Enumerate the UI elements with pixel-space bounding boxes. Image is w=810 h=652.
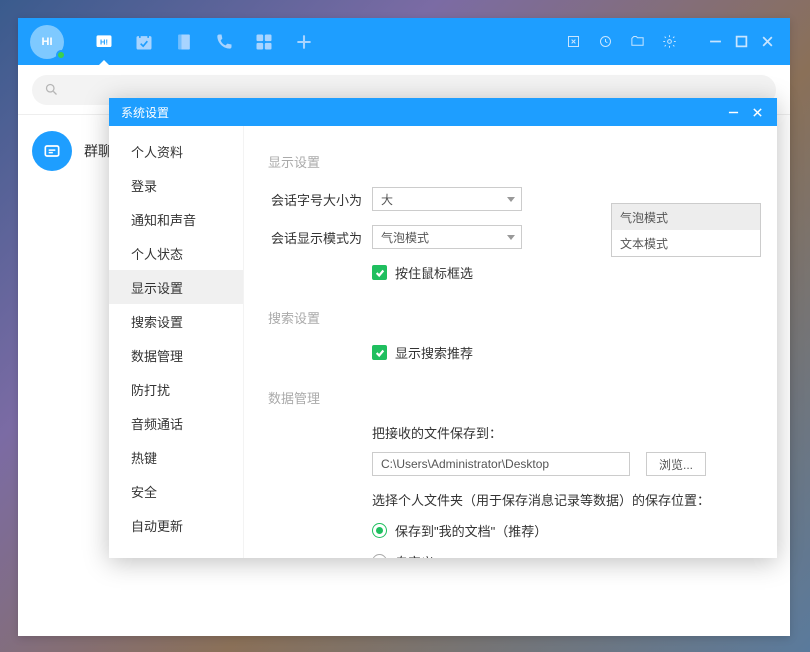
dialog-close-button[interactable] xyxy=(745,100,769,124)
display-mode-select[interactable]: 气泡模式 xyxy=(372,225,522,249)
screenshot-icon[interactable] xyxy=(558,18,588,65)
search-recommend-label: 显示搜索推荐 xyxy=(395,343,473,362)
font-size-label: 会话字号大小为 xyxy=(268,190,372,209)
save-custom-radio[interactable] xyxy=(372,554,387,558)
folder-icon[interactable] xyxy=(622,18,652,65)
apps-tab[interactable] xyxy=(244,18,284,65)
display-mode-label: 会话显示模式为 xyxy=(268,228,372,247)
mouse-select-label: 按住鼠标框选 xyxy=(395,263,473,282)
gear-icon[interactable] xyxy=(654,18,684,65)
online-status-dot xyxy=(56,50,66,60)
avatar[interactable]: HI xyxy=(30,25,64,59)
sidebar-item-status[interactable]: 个人状态 xyxy=(109,236,243,270)
sidebar-item-hotkey[interactable]: 热键 xyxy=(109,440,243,474)
calendar-tab[interactable] xyxy=(124,18,164,65)
sidebar-item-data[interactable]: 数据管理 xyxy=(109,338,243,372)
maximize-button[interactable] xyxy=(728,29,754,55)
save-path-label: 把接收的文件保存到： xyxy=(372,423,753,442)
dialog-title: 系统设置 xyxy=(121,104,169,121)
section-head-data: 数据管理 xyxy=(268,388,753,407)
search-input[interactable] xyxy=(67,82,764,97)
contact-name: 群聊 xyxy=(84,141,112,161)
main-toolbar: HI H! xyxy=(18,18,790,65)
avatar-label: HI xyxy=(42,36,53,48)
history-icon[interactable] xyxy=(590,18,620,65)
sidebar-item-search[interactable]: 搜索设置 xyxy=(109,304,243,338)
window-controls xyxy=(702,29,780,55)
save-path-input[interactable] xyxy=(372,452,630,476)
phone-tab[interactable] xyxy=(204,18,244,65)
save-mydoc-label: 保存到"我的文档"（推荐） xyxy=(395,521,547,540)
chevron-down-icon xyxy=(507,235,515,240)
search-icon xyxy=(44,82,59,97)
dialog-minimize-button[interactable] xyxy=(721,100,745,124)
sidebar-item-login[interactable]: 登录 xyxy=(109,168,243,202)
save-mydoc-radio[interactable] xyxy=(372,523,387,538)
save-custom-label: 自定义 xyxy=(395,552,434,558)
section-head-display: 显示设置 xyxy=(268,152,753,171)
toolbar-right xyxy=(558,18,780,65)
sidebar-item-profile[interactable]: 个人资料 xyxy=(109,134,243,168)
sidebar-item-notification[interactable]: 通知和声音 xyxy=(109,202,243,236)
close-button[interactable] xyxy=(754,29,780,55)
chat-tab[interactable]: H! xyxy=(84,18,124,65)
sidebar-item-autoupdate[interactable]: 自动更新 xyxy=(109,508,243,542)
chevron-down-icon xyxy=(507,197,515,202)
dialog-content[interactable]: 显示设置 会话字号大小为 大 会话显示模式为 气泡模式 按 xyxy=(244,126,777,558)
svg-text:H!: H! xyxy=(100,37,108,46)
notebook-tab[interactable] xyxy=(164,18,204,65)
font-size-select[interactable]: 大 xyxy=(372,187,522,211)
sidebar-item-audio[interactable]: 音频通话 xyxy=(109,406,243,440)
add-tab[interactable] xyxy=(284,18,324,65)
dialog-body: 个人资料 登录 通知和声音 个人状态 显示设置 搜索设置 数据管理 防打扰 音频… xyxy=(109,126,777,558)
dialog-sidebar: 个人资料 登录 通知和声音 个人状态 显示设置 搜索设置 数据管理 防打扰 音频… xyxy=(109,126,244,558)
settings-dialog: 系统设置 个人资料 登录 通知和声音 个人状态 显示设置 搜索设置 数据管理 防… xyxy=(109,98,777,558)
sidebar-item-display[interactable]: 显示设置 xyxy=(109,270,243,304)
sidebar-item-security[interactable]: 安全 xyxy=(109,474,243,508)
personal-folder-label: 选择个人文件夹（用于保存消息记录等数据）的保存位置： xyxy=(372,490,753,509)
dropdown-option-bubble[interactable]: 气泡模式 xyxy=(612,204,760,230)
dialog-titlebar[interactable]: 系统设置 xyxy=(109,98,777,126)
dropdown-option-text[interactable]: 文本模式 xyxy=(612,230,760,256)
group-chat-icon xyxy=(32,131,72,171)
section-head-search: 搜索设置 xyxy=(268,308,753,327)
minimize-button[interactable] xyxy=(702,29,728,55)
search-recommend-checkbox[interactable] xyxy=(372,345,387,360)
mouse-select-checkbox[interactable] xyxy=(372,265,387,280)
sidebar-item-dnd[interactable]: 防打扰 xyxy=(109,372,243,406)
browse-button[interactable]: 浏览... xyxy=(646,452,706,476)
display-mode-dropdown: 气泡模式 文本模式 xyxy=(611,203,761,257)
